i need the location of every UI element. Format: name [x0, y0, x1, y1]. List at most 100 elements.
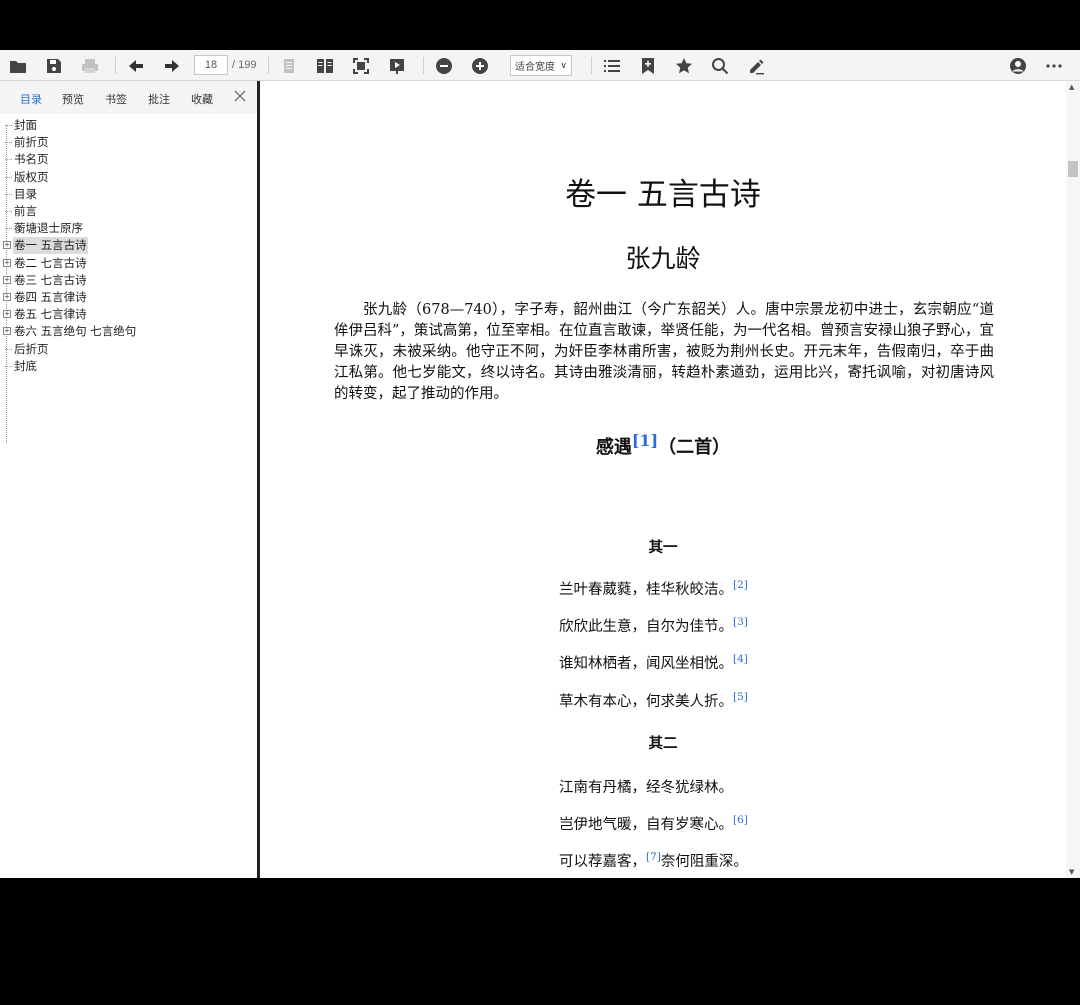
poem-title-text: 感遇	[595, 437, 632, 458]
footnote-link[interactable]: [2]	[733, 579, 748, 591]
footnote-link[interactable]: [1]	[632, 431, 658, 450]
toc-item[interactable]: 后折页	[0, 341, 257, 358]
tree-branch	[5, 365, 12, 367]
poem-line: 可以荐嘉客，[7]奈何阻重深。	[559, 850, 748, 871]
tab-favorites[interactable]: 收藏	[191, 91, 213, 107]
toc-item[interactable]: 蘅塘退士原序	[0, 220, 257, 237]
toc-item[interactable]: 书名页	[0, 151, 257, 168]
table-of-contents-icon[interactable]	[601, 55, 623, 77]
toc-item[interactable]: + 卷三 七言古诗	[0, 272, 257, 289]
close-icon[interactable]	[232, 88, 248, 104]
tab-annotations[interactable]: 批注	[148, 91, 170, 107]
single-page-icon[interactable]	[278, 55, 300, 77]
more-options-icon[interactable]	[1043, 55, 1065, 77]
toc-item[interactable]: + 卷五 七言律诗	[0, 306, 257, 323]
tab-preview[interactable]: 预览	[62, 91, 84, 107]
toc-item-label: 前折页	[14, 135, 49, 150]
poem-line-text: 可以荐嘉客，	[559, 854, 646, 871]
annotate-pen-icon[interactable]	[745, 55, 767, 77]
page-number-input[interactable]: 18	[194, 55, 228, 75]
search-icon[interactable]	[709, 55, 731, 77]
zoom-select-value: 适合宽度	[515, 62, 555, 73]
scrollbar-thumb[interactable]	[1068, 161, 1078, 177]
toc-item[interactable]: 前言	[0, 203, 257, 220]
save-icon[interactable]	[43, 55, 65, 77]
toc-item[interactable]: 版权页	[0, 169, 257, 186]
toc-item[interactable]: + 卷一 五言古诗	[0, 237, 257, 255]
poem-line-text: 岂伊地气暖，自有岁寒心。	[559, 817, 733, 834]
presentation-icon[interactable]	[386, 55, 408, 77]
tab-contents[interactable]: 目录	[20, 91, 42, 107]
poem-line-text: 兰叶春葳蕤，桂华秋皎洁。	[559, 582, 733, 598]
poem-part-heading: 其二	[648, 735, 678, 752]
toc-item[interactable]: + 卷六 五言绝句 七言绝句	[0, 323, 257, 340]
tab-bookmarks[interactable]: 书签	[105, 91, 127, 107]
tree-branch	[5, 193, 12, 195]
page-total: / 199	[232, 59, 257, 71]
tree-branch	[5, 142, 12, 144]
toc-item-label: 前言	[14, 204, 37, 218]
poem-line-text: 欣欣此生意，自尔为佳节。	[559, 619, 733, 636]
toc-item[interactable]: + 卷二 七言古诗	[0, 255, 257, 272]
volume-title: 卷一 五言古诗	[565, 177, 761, 213]
poem-part-heading: 其一	[648, 539, 678, 556]
toc-item-label: 卷五 七言律诗	[14, 307, 87, 322]
poem-line: 欣欣此生意，自尔为佳节。[3]	[559, 615, 748, 636]
zoom-select[interactable]: 适合宽度 ∨	[510, 55, 572, 76]
vertical-scrollbar[interactable]: ▲ ▼	[1066, 81, 1080, 878]
toolbar-separator	[423, 57, 424, 74]
next-page-arrow-icon[interactable]	[161, 55, 183, 77]
zoom-in-icon[interactable]	[469, 55, 491, 77]
toc-item-label: 后折页	[14, 341, 49, 356]
fit-page-icon[interactable]	[350, 55, 372, 77]
expand-icon[interactable]: +	[3, 258, 11, 267]
open-folder-icon[interactable]	[7, 55, 29, 77]
expand-icon[interactable]: +	[3, 241, 11, 250]
toc-item[interactable]: + 卷四 五言律诗	[0, 289, 257, 306]
toc-item-label: 卷六 五言绝句 七言绝句	[14, 324, 137, 339]
poem-title-suffix: （二首）	[658, 437, 731, 458]
chevron-down-icon: ∨	[560, 61, 567, 71]
zoom-out-icon[interactable]	[433, 55, 455, 77]
toc-item-label: 封底	[14, 358, 37, 373]
tree-branch	[5, 176, 12, 178]
toc-item[interactable]: 封面	[0, 117, 257, 134]
account-icon[interactable]	[1007, 55, 1029, 77]
toc-item-label: 卷二 七言古诗	[14, 255, 87, 270]
expand-icon[interactable]: +	[3, 327, 11, 336]
poem-line: 谁知林栖者，闻风坐相悦。[4]	[559, 652, 748, 673]
footnote-link[interactable]: [6]	[733, 814, 748, 826]
tree-branch	[5, 211, 12, 212]
toc-item-label: 卷四 五言律诗	[14, 290, 87, 304]
toolbar-separator	[268, 57, 269, 74]
tree-branch	[5, 125, 12, 126]
poem-line: 兰叶春葳蕤，桂华秋皎洁。[2]	[559, 578, 748, 599]
poem-line: 岂伊地气暖，自有岁寒心。[6]	[559, 813, 748, 834]
scroll-down-arrow-icon[interactable]: ▼	[1069, 868, 1074, 876]
footnote-link[interactable]: [5]	[733, 691, 748, 703]
footnote-link[interactable]: [3]	[733, 616, 748, 628]
poem-line: 草木有本心，何求美人折。[5]	[559, 690, 748, 711]
footnote-link[interactable]: [7]	[646, 852, 661, 864]
toc-item-label: 卷三 七言古诗	[14, 272, 87, 287]
pdf-reader-window: 18 / 199 适合宽度 ∨ 目录 预览 书签 批注 收藏 封面 前折页 书名…	[0, 50, 1080, 878]
poem-title: 感遇[1]（二首）	[260, 431, 1066, 459]
previous-page-arrow-icon[interactable]	[125, 55, 147, 77]
poem-line-text: 谁知林栖者，闻风坐相悦。	[559, 656, 733, 673]
poem-line-text: 江南有丹橘，经冬犹绿林。	[559, 780, 733, 796]
expand-icon[interactable]: +	[3, 310, 11, 319]
scroll-up-arrow-icon[interactable]: ▲	[1069, 83, 1074, 91]
toc-item[interactable]: 前折页	[0, 134, 257, 151]
expand-icon[interactable]: +	[3, 293, 11, 301]
expand-icon[interactable]: +	[3, 275, 11, 284]
star-icon[interactable]	[673, 55, 695, 77]
tree-branch	[5, 348, 12, 350]
add-bookmark-icon[interactable]	[637, 55, 659, 77]
author-heading: 张九龄	[625, 244, 701, 273]
toc-item[interactable]: 目录	[0, 186, 257, 203]
print-icon[interactable]	[79, 55, 101, 77]
double-page-icon[interactable]	[314, 55, 336, 77]
toc-item-label: 卷一 五言古诗	[13, 237, 88, 255]
footnote-link[interactable]: [4]	[733, 654, 748, 666]
toc-item[interactable]: 封底	[0, 358, 257, 375]
